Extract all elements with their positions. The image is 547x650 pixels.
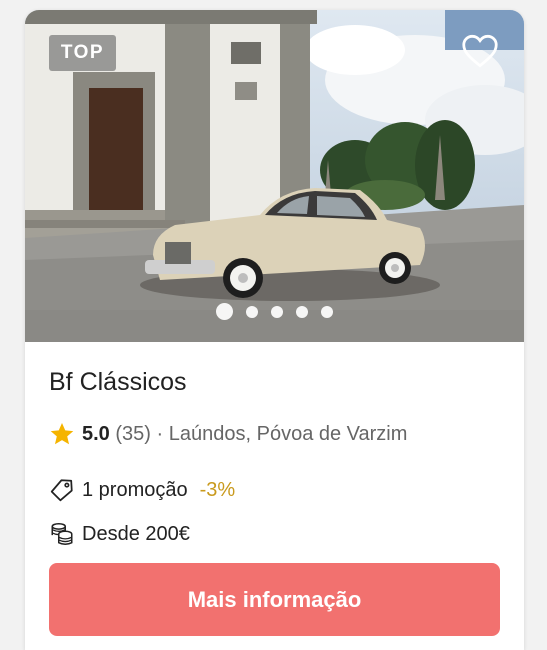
coins-icon [48,520,76,548]
vendor-name[interactable]: Bf Clássicos [49,368,187,397]
gallery-dot[interactable] [271,305,283,318]
promotion-row[interactable]: 1 promoção -3% [48,476,235,504]
gallery-dot[interactable] [246,305,258,318]
price-row: Desde 200€ [48,520,190,548]
top-badge: TOP [49,35,116,71]
vendor-location: Laúndos, Póvoa de Varzim [168,422,408,445]
vendor-card[interactable]: TOP Bf Clássicos 5.0 (35) · Laúndos, Póv… [25,10,524,650]
star-icon [48,420,76,448]
review-count[interactable]: (35) [115,423,151,446]
favorite-button[interactable] [461,34,501,74]
gallery-dot[interactable] [296,305,308,318]
price-tag-icon [48,476,76,504]
rating-row: 5.0 (35) · Laúndos, Póvoa de Varzim [48,420,407,448]
gallery-dot[interactable] [321,305,333,318]
more-info-button[interactable]: Mais informação [49,563,500,636]
gallery-dot[interactable] [216,303,233,320]
discount-value: -3% [199,478,236,501]
heart-outline-icon [462,34,498,68]
gallery-pagination [25,303,524,320]
vendor-photo[interactable]: TOP [25,10,524,342]
starting-price: Desde 200€ [82,522,190,545]
separator-dot: · [156,422,164,445]
rating-value: 5.0 [82,422,110,445]
promotion-label: 1 promoção [82,478,188,501]
